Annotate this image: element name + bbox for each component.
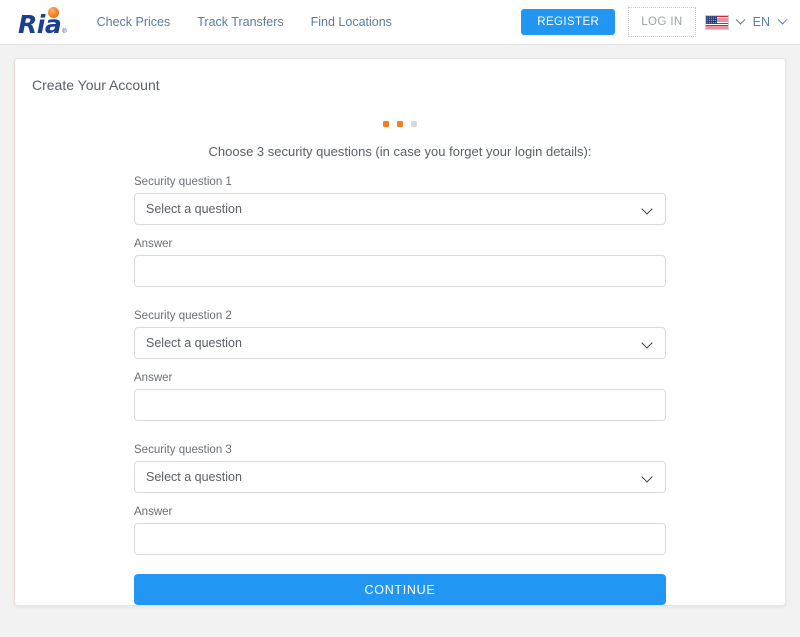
step-dot-2 — [397, 121, 403, 127]
field-answer-3: Answer — [134, 506, 666, 555]
label-security-question-3: Security question 3 — [134, 444, 666, 456]
header-actions: REGISTER LOG IN EN — [521, 9, 786, 35]
step-indicator — [15, 121, 785, 127]
nav-link-track-transfers[interactable]: Track Transfers — [197, 15, 283, 29]
field-security-question-1: Security question 1 Select a question — [134, 176, 666, 225]
field-security-question-3: Security question 3 Select a question — [134, 444, 666, 493]
chevron-down-icon[interactable] — [641, 471, 652, 482]
login-button[interactable]: LOG IN — [631, 10, 692, 34]
language-chevron-down-icon[interactable] — [778, 14, 788, 24]
label-answer-1: Answer — [134, 238, 666, 250]
logo-trademark: ® — [62, 29, 66, 35]
page-title: Create Your Account — [15, 59, 785, 93]
instruction-text: Choose 3 security questions (in case you… — [15, 144, 785, 159]
field-security-question-2: Security question 2 Select a question — [134, 310, 666, 359]
spacer-1 — [134, 300, 666, 310]
step-dot-3 — [411, 121, 417, 127]
chevron-down-icon[interactable] — [641, 337, 652, 348]
language-selector[interactable]: EN — [737, 15, 786, 29]
select-security-question-1-value: Select a question — [146, 202, 242, 216]
logo-orange-dot-icon — [48, 7, 59, 18]
label-answer-2: Answer — [134, 372, 666, 384]
register-button[interactable]: REGISTER — [521, 9, 615, 35]
step-dot-1 — [383, 121, 389, 127]
select-security-question-3[interactable]: Select a question — [134, 461, 666, 493]
field-answer-2: Answer — [134, 372, 666, 421]
security-questions-form: Security question 1 Select a question An… — [134, 159, 666, 605]
label-answer-3: Answer — [134, 506, 666, 518]
site-header: Ria ® Check Prices Track Transfers Find … — [0, 0, 800, 45]
select-security-question-2[interactable]: Select a question — [134, 327, 666, 359]
nav-link-check-prices[interactable]: Check Prices — [97, 15, 171, 29]
us-flag-icon[interactable] — [705, 15, 729, 30]
main-nav: Check Prices Track Transfers Find Locati… — [97, 15, 392, 29]
continue-button[interactable]: CONTINUE — [134, 574, 666, 605]
language-label: EN — [753, 15, 770, 29]
chevron-down-icon[interactable] — [641, 203, 652, 214]
answer-input-3[interactable] — [134, 523, 666, 555]
answer-input-2[interactable] — [134, 389, 666, 421]
flag-canton — [706, 16, 717, 24]
spacer-2 — [134, 434, 666, 444]
field-answer-1: Answer — [134, 238, 666, 287]
label-security-question-2: Security question 2 — [134, 310, 666, 322]
select-security-question-1[interactable]: Select a question — [134, 193, 666, 225]
nav-link-find-locations[interactable]: Find Locations — [311, 15, 392, 29]
select-security-question-2-value: Select a question — [146, 336, 242, 350]
country-chevron-down-icon[interactable] — [735, 14, 745, 24]
ria-logo[interactable]: Ria ® — [18, 7, 67, 37]
answer-input-1[interactable] — [134, 255, 666, 287]
create-account-card: Create Your Account Choose 3 security qu… — [14, 58, 786, 606]
select-security-question-3-value: Select a question — [146, 470, 242, 484]
label-security-question-1: Security question 1 — [134, 176, 666, 188]
